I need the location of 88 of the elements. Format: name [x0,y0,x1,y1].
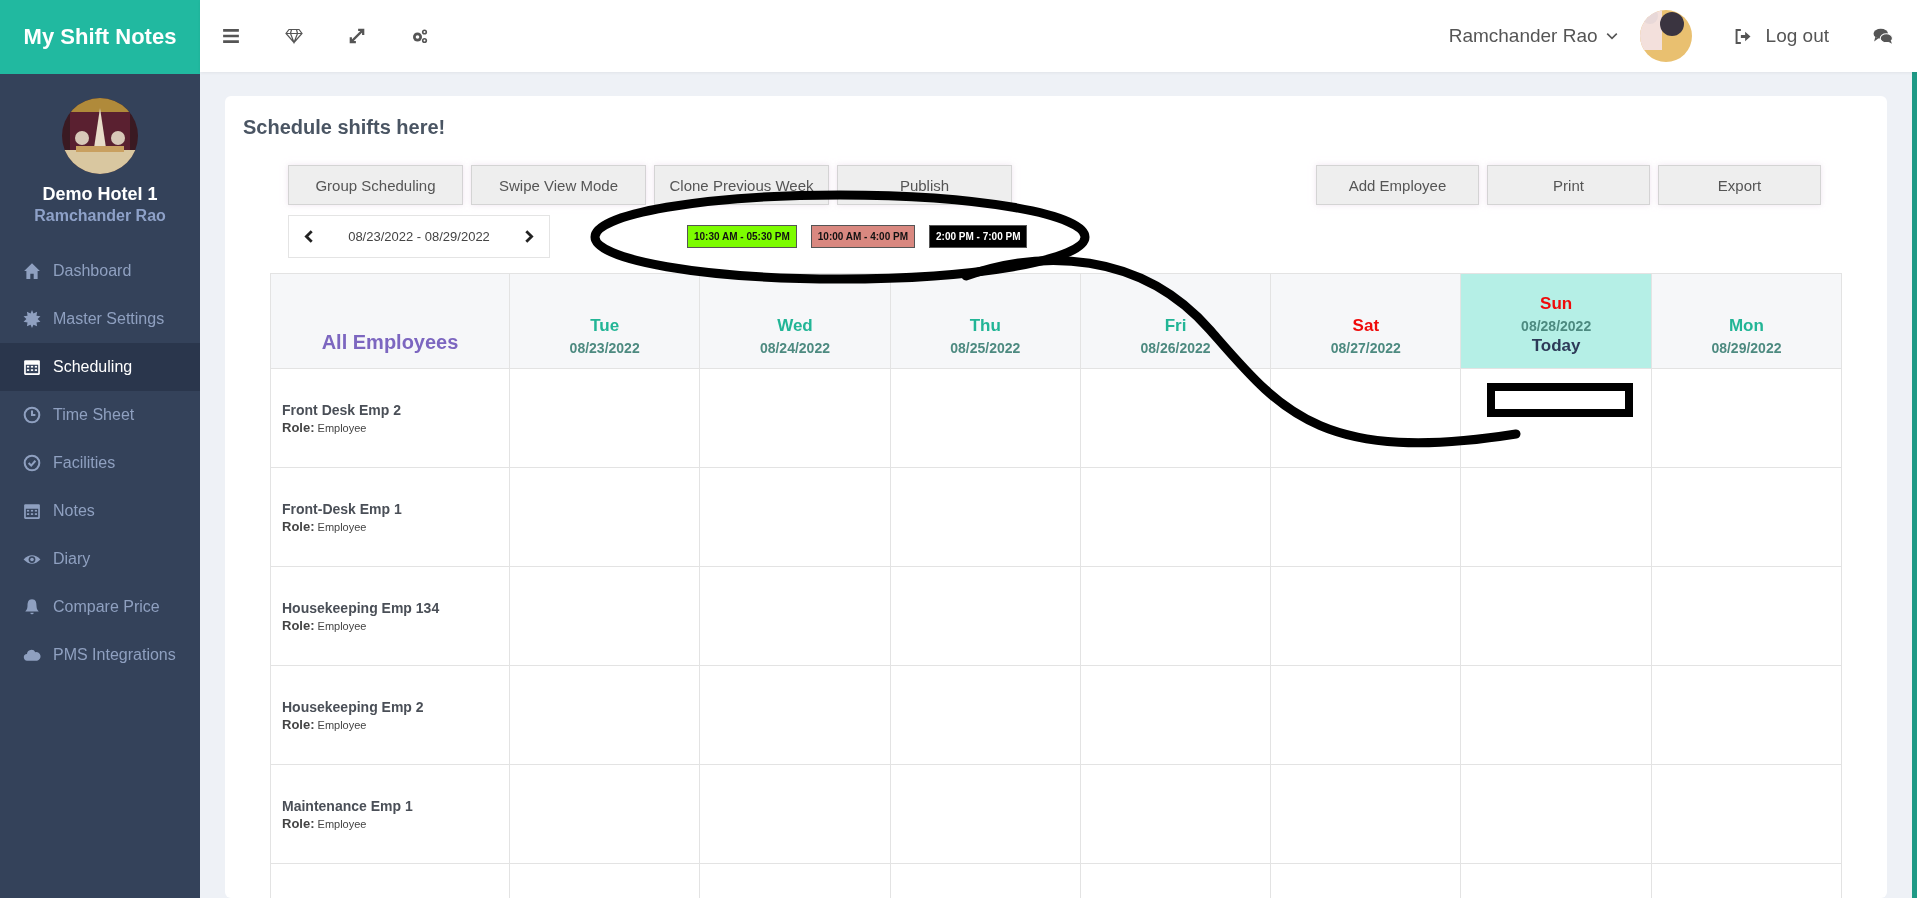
calendar-icon [23,358,41,376]
shift-cell[interactable] [510,666,701,765]
shift-cell[interactable] [1461,468,1652,567]
shift-cell[interactable] [1651,567,1843,666]
nav-item[interactable]: Time Sheet [0,391,200,439]
shift-cell[interactable] [1651,369,1843,468]
shift-cell[interactable] [1651,666,1843,765]
user-name: Ramchander Rao [34,207,166,225]
shift-cell[interactable] [1271,369,1462,468]
day-header: Fri 08/26/2022 [1080,274,1272,369]
shift-cell[interactable] [1271,666,1462,765]
chat-icon[interactable] [1873,27,1893,45]
day-header: Thu 08/25/2022 [890,274,1081,369]
shift-cell[interactable] [1461,666,1652,765]
shift-legend-tag: 10:00 AM - 4:00 PM [810,225,915,248]
check-icon [23,454,41,472]
shift-cell[interactable] [1461,765,1652,864]
shift-cell[interactable] [700,369,891,468]
employee-cell: Housekeeping Emp 134 Role: Employee [271,567,510,666]
hotel-name: Demo Hotel 1 [42,184,158,205]
shift-cell[interactable] [1080,666,1272,765]
shift-cell[interactable] [1080,567,1272,666]
shift-cell[interactable] [890,567,1081,666]
shift-cell[interactable] [1080,765,1272,864]
shift-cell[interactable] [890,468,1081,567]
shift-cell[interactable] [890,666,1081,765]
expand-icon[interactable] [348,27,366,45]
day-header: Tue 08/23/2022 [510,274,701,369]
toolbar-button[interactable]: Print [1487,165,1650,205]
home-icon [23,262,41,280]
date-range-picker[interactable]: 08/23/2022 - 08/29/2022 [288,215,550,258]
employee-cell: Front Desk Emp 2 Role: Employee [271,369,510,468]
day-header: Sat 08/27/2022 [1271,274,1462,369]
toolbar-button[interactable]: Swipe View Mode [471,165,646,205]
nav-item[interactable]: Compare Price [0,583,200,631]
employee-cell: Front-Desk Emp 1 Role: Employee [271,468,510,567]
shift-cell[interactable] [1271,765,1462,864]
shift-cell[interactable] [700,666,891,765]
nav-item[interactable]: Master Settings [0,295,200,343]
shift-cell[interactable] [1271,468,1462,567]
shift-cell[interactable] [510,369,701,468]
nav-item[interactable]: Notes [0,487,200,535]
day-header: Wed 08/24/2022 [700,274,891,369]
bell-icon [23,598,41,616]
nav-item[interactable]: Scheduling [0,343,200,391]
clock-icon [23,406,41,424]
toolbar-button[interactable]: Group Scheduling [288,165,463,205]
burst-icon [23,310,41,328]
shift-cell[interactable] [1651,468,1843,567]
shift-cell[interactable] [890,765,1081,864]
nav-item[interactable]: PMS Integrations [0,631,200,679]
nav-item[interactable]: Diary [0,535,200,583]
toolbar-button[interactable]: Export [1658,165,1821,205]
shift-legend-tag: 2:00 PM - 7:00 PM [929,225,1028,248]
shift-cell[interactable] [1651,765,1843,864]
nav-item[interactable]: Dashboard [0,247,200,295]
chevron-down-icon [1605,32,1618,40]
shift-cell[interactable] [1080,369,1272,468]
shift-cell[interactable] [1461,369,1652,468]
avatar[interactable] [1639,10,1692,62]
toolbar-button[interactable]: Add Employee [1316,165,1479,205]
shift-cell[interactable] [700,468,891,567]
employee-cell: Housekeeping Emp 2 Role: Employee [271,666,510,765]
day-header: Mon 08/29/2022 [1651,274,1843,369]
menu-icon[interactable] [222,27,240,45]
chevron-right-icon[interactable] [524,229,535,244]
logout-icon [1733,28,1752,44]
shift-cell[interactable] [700,567,891,666]
shift-cell[interactable] [890,369,1081,468]
diamond-icon[interactable] [285,27,303,45]
page-title: Schedule shifts here! [243,116,447,139]
calendar-icon [23,502,41,520]
shift-cell[interactable] [1080,468,1272,567]
shift-cell[interactable] [510,567,701,666]
chevron-left-icon[interactable] [303,229,314,244]
column-header: All Employees [321,331,459,354]
logout-link[interactable]: Log out [1733,25,1829,47]
shift-cell[interactable] [700,765,891,864]
shift-legend-tag: 10:30 AM - 05:30 PM [687,225,797,248]
shift-cell[interactable] [1461,567,1652,666]
shift-cell[interactable] [1271,567,1462,666]
shift-cell[interactable] [510,765,701,864]
gears-icon[interactable] [411,27,429,45]
nav-item[interactable]: Facilities [0,439,200,487]
employee-cell: Maintenance Emp 1 Role: Employee [271,765,510,864]
shift-cell[interactable] [510,468,701,567]
user-menu[interactable]: Ramchander Rao [1448,25,1618,47]
day-header: Sun 08/28/2022 Today [1461,274,1652,369]
